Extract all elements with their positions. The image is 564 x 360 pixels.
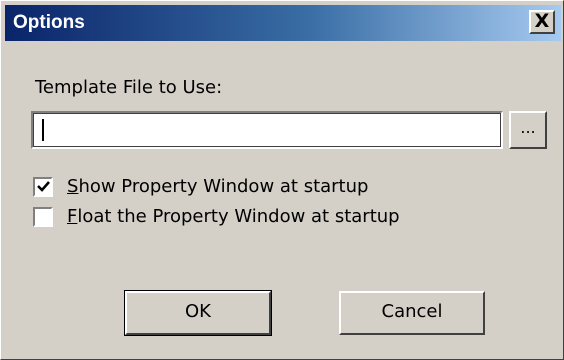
text-caret [42,119,44,141]
template-file-label: Template File to Use: [35,77,223,98]
label-text: how Property Window at startup [78,176,369,197]
browse-button[interactable]: ... [509,111,547,149]
float-property-window-checkbox[interactable] [33,207,53,227]
template-file-input[interactable] [31,111,503,149]
mnemonic-letter: S [67,176,79,197]
mnemonic-letter: F [67,206,78,227]
close-icon: X [534,10,550,32]
ok-button[interactable]: OK [124,290,272,336]
float-property-window-label: Float the Property Window at startup [67,205,400,229]
show-property-window-label: Show Property Window at startup [67,175,368,199]
cancel-button[interactable]: Cancel [339,291,485,335]
close-button[interactable]: X [529,10,555,34]
options-dialog: Options X Template File to Use: ... Show… [0,0,564,360]
label-text: loat the Property Window at startup [77,206,400,227]
show-property-window-checkbox[interactable] [33,177,53,197]
title-bar[interactable]: Options X [5,5,561,41]
checkmark-icon [37,181,50,192]
dialog-title: Options [13,12,85,33]
